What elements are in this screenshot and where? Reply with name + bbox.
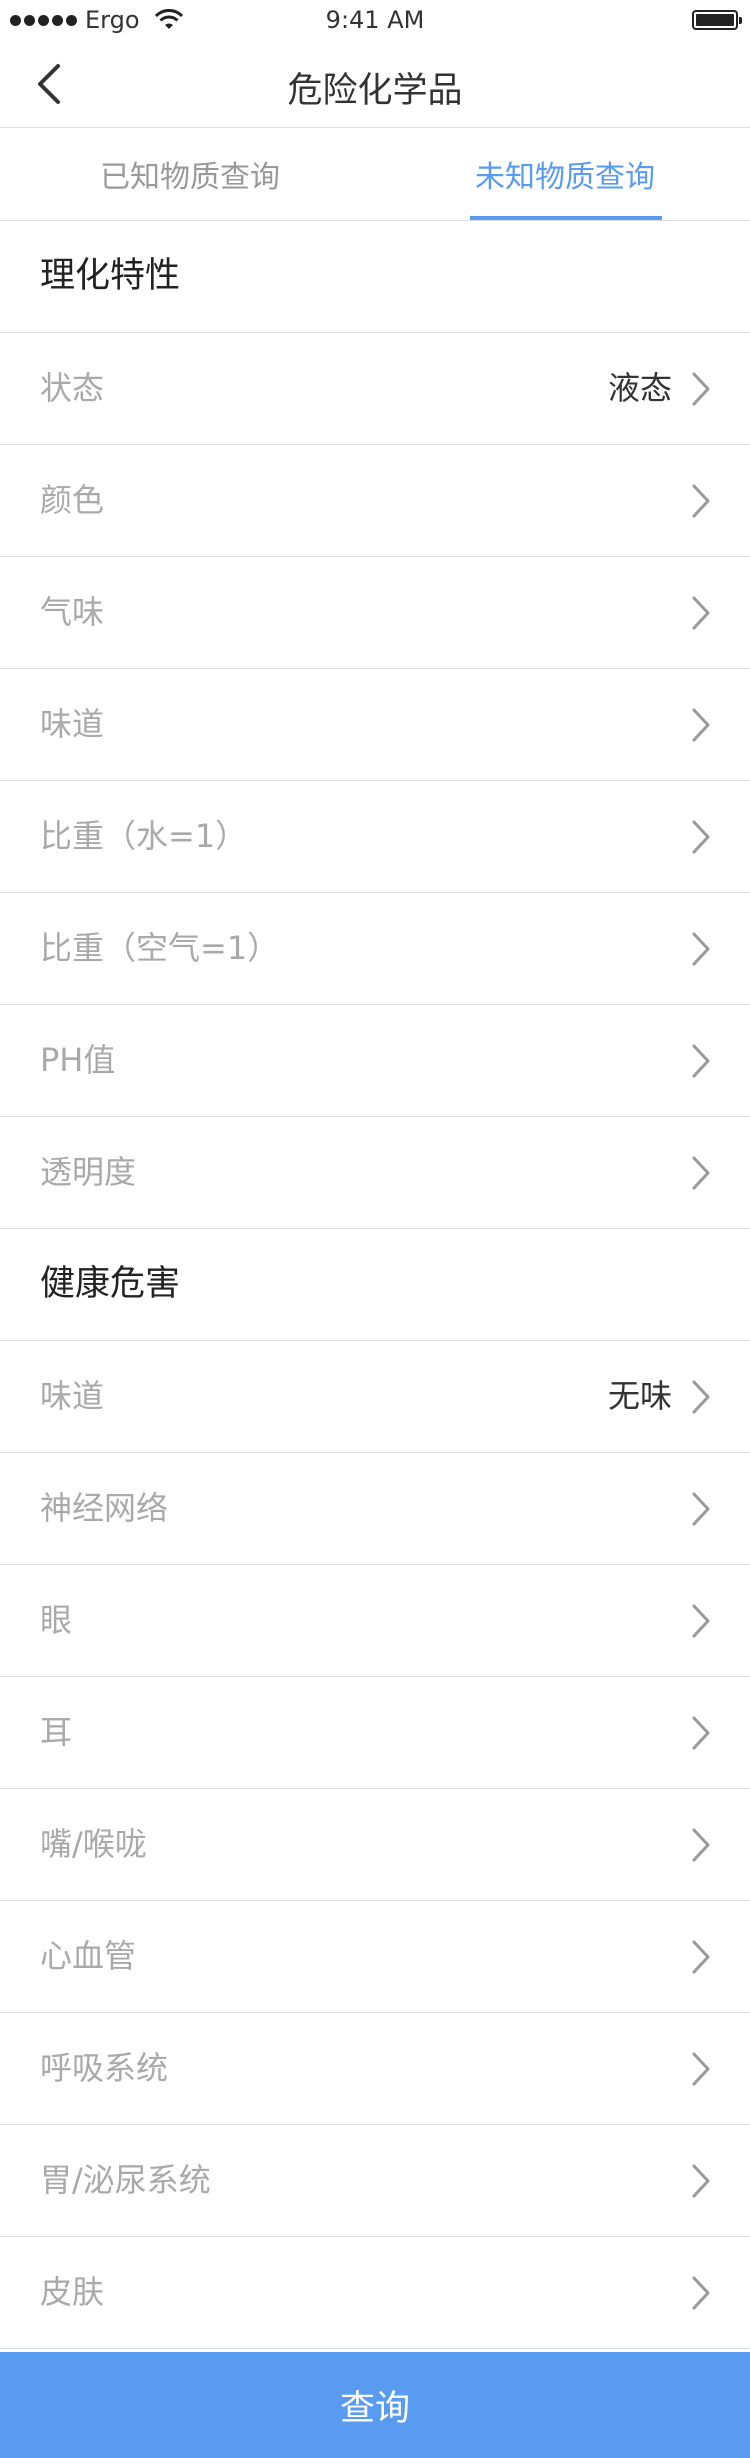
tab-bar: 已知物质查询 未知物质查询 [0,128,750,221]
list-item-eye[interactable]: 眼 [0,1565,750,1677]
chevron-right-icon [692,708,710,742]
chevron-right-icon [692,2164,710,2198]
property-list: 理化特性 状态 液态 颜色 气味 味道 比重（水=1） 比重（空气=1） PH值… [0,221,750,2349]
item-label: 味道 [40,705,105,743]
list-item-respiratory[interactable]: 呼吸系统 [0,2013,750,2125]
list-item-state[interactable]: 状态 液态 [0,333,750,445]
chevron-right-icon [692,1492,710,1526]
list-item-density-water[interactable]: 比重（水=1） [0,781,750,893]
item-label: 嘴/喉咙 [40,1825,147,1863]
list-item-health-taste[interactable]: 味道 无味 [0,1341,750,1453]
active-tab-indicator [470,216,662,220]
item-label: 眼 [40,1601,73,1639]
section-title: 健康危害 [40,1264,181,1304]
chevron-right-icon [692,1380,710,1414]
section-header-physicochemical: 理化特性 [0,221,750,333]
list-item-transparency[interactable]: 透明度 [0,1117,750,1229]
chevron-right-icon [692,372,710,406]
query-button[interactable]: 查询 [0,2352,750,2458]
list-item-skin[interactable]: 皮肤 [0,2237,750,2349]
chevron-right-icon [692,1828,710,1862]
chevron-right-icon [692,2276,710,2310]
item-label: 胃/泌尿系统 [40,2161,211,2199]
tab-known-substance[interactable]: 已知物质查询 [0,128,380,220]
item-label: 透明度 [40,1153,137,1191]
chevron-right-icon [692,2052,710,2086]
item-label: 状态 [40,369,105,407]
list-item-ph[interactable]: PH值 [0,1005,750,1117]
section-title: 理化特性 [40,256,181,296]
chevron-right-icon [692,1604,710,1638]
tab-unknown-substance[interactable]: 未知物质查询 [450,128,680,220]
item-value: 无味 [607,1377,672,1415]
back-button[interactable] [30,60,74,108]
item-label: 皮肤 [40,2273,105,2311]
list-item-mouth-throat[interactable]: 嘴/喉咙 [0,1789,750,1901]
chevron-right-icon [692,1044,710,1078]
list-item-taste[interactable]: 味道 [0,669,750,781]
battery-icon [692,10,742,30]
chevron-right-icon [692,1156,710,1190]
item-label: 气味 [40,593,105,631]
page-title: 危险化学品 [287,71,463,111]
navigation-bar: 危险化学品 [0,40,750,128]
chevron-right-icon [692,1940,710,1974]
chevron-left-icon [38,64,60,104]
item-label: 呼吸系统 [40,2049,169,2087]
list-item-density-air[interactable]: 比重（空气=1） [0,893,750,1005]
status-time: 9:41 AM [325,6,425,34]
status-bar: Ergo 9:41 AM [0,0,750,40]
chevron-right-icon [692,1716,710,1750]
item-label: 比重（水=1） [40,817,248,855]
item-label: 心血管 [40,1937,137,1975]
list-item-cardiovascular[interactable]: 心血管 [0,1901,750,2013]
chevron-right-icon [692,596,710,630]
item-label: 耳 [40,1713,73,1751]
item-label: 味道 [40,1377,105,1415]
section-header-health-hazard: 健康危害 [0,1229,750,1341]
list-item-nervous-system[interactable]: 神经网络 [0,1453,750,1565]
item-label: 颜色 [40,481,105,519]
item-label: 比重（空气=1） [40,929,280,967]
chevron-right-icon [692,932,710,966]
list-item-color[interactable]: 颜色 [0,445,750,557]
item-label: 神经网络 [40,1489,169,1527]
chevron-right-icon [692,484,710,518]
item-label: PH值 [40,1041,116,1079]
list-item-gastro-urinary[interactable]: 胃/泌尿系统 [0,2125,750,2237]
chevron-right-icon [692,820,710,854]
item-value: 液态 [607,369,672,407]
list-item-ear[interactable]: 耳 [0,1677,750,1789]
list-item-odor[interactable]: 气味 [0,557,750,669]
